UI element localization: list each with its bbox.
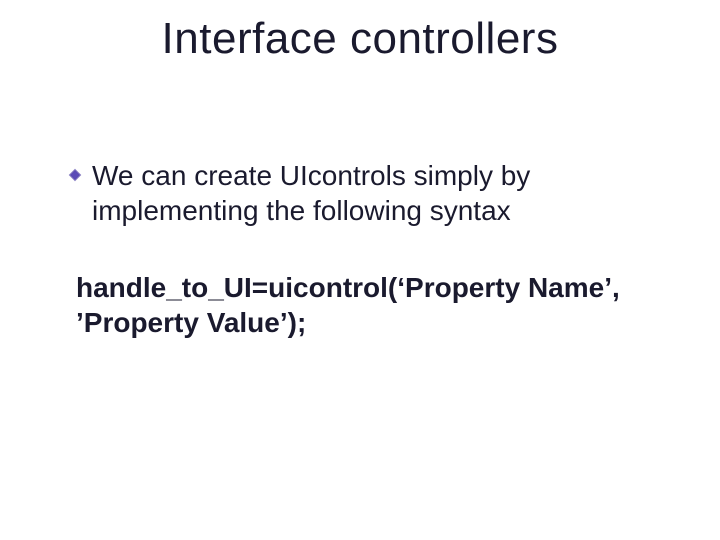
slide: Interface controllers We can create UIco… (0, 0, 720, 540)
diamond-bullet-icon (68, 168, 82, 182)
slide-title: Interface controllers (0, 14, 720, 64)
code-syntax: handle_to_UI=uicontrol(‘Property Name’, … (76, 270, 660, 340)
slide-body: We can create UIcontrols simply by imple… (68, 158, 660, 340)
bullet-text: We can create UIcontrols simply by imple… (92, 158, 660, 228)
bullet-item: We can create UIcontrols simply by imple… (68, 158, 660, 228)
